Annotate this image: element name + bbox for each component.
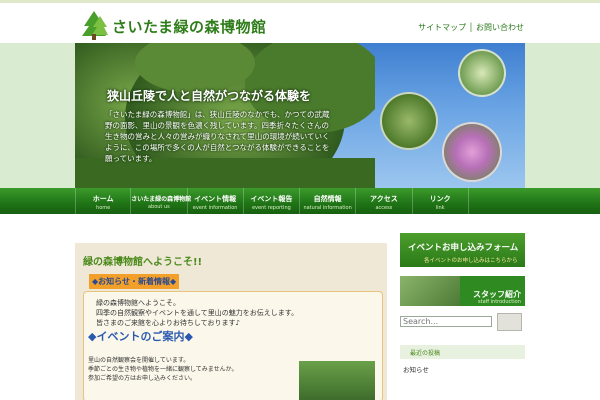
photo-circle-flowers bbox=[458, 49, 506, 97]
nav-sublabel: link bbox=[435, 205, 445, 211]
main-nav: ホーム home さいたま緑の森博物館 about us イベント情報 even… bbox=[75, 188, 525, 214]
nav-home[interactable]: ホーム home bbox=[75, 188, 132, 214]
photo-circle-purple-flower bbox=[442, 122, 502, 182]
event-line: 季節ごとの生き物や植物を一緒に観察してみませんか。 bbox=[88, 366, 238, 373]
nav-about[interactable]: さいたま緑の森博物館 about us bbox=[131, 188, 192, 214]
event-banner-subtitle: 各イベントのお申し込みはこちらから bbox=[424, 258, 518, 264]
greeting-box: 緑の森博物館へようこそ。 四季の自然観察やイベントを通して里山の魅力をお伝えしま… bbox=[83, 291, 383, 400]
hero-description: 「さいたま緑の森博物館」は、狭山丘陵のなかでも、かつての武蔵野の面影、里山の景観… bbox=[105, 110, 330, 163]
nav-label: アクセス bbox=[370, 195, 398, 203]
event-photo[interactable] bbox=[299, 361, 375, 400]
staff-banner-subtitle: staff introduction bbox=[478, 299, 521, 305]
contact-link[interactable]: お問い合わせ bbox=[476, 23, 524, 32]
sidebar-heading: 最近の投稿 bbox=[400, 345, 525, 359]
event-banner-title: イベントお申し込みフォーム bbox=[408, 243, 519, 253]
event-section-heading: ◆イベントのご案内◆ bbox=[88, 330, 193, 343]
nav-label: リンク bbox=[429, 195, 451, 203]
site-title[interactable]: さいたま緑の森博物館 bbox=[112, 16, 267, 37]
nav-sublabel: event information bbox=[192, 205, 238, 211]
nav-label: さいたま緑の森博物館 bbox=[131, 196, 192, 203]
staff-introduction-banner[interactable]: スタッフ紹介 staff introduction bbox=[400, 276, 525, 306]
event-line: 参加ご希望の方はお申し込みください。 bbox=[88, 375, 197, 382]
nav-label: イベント情報 bbox=[194, 195, 237, 203]
event-text: 里山の自然観察会を開催しています。 季節ごとの生き物や植物を一緒に観察してみませ… bbox=[88, 356, 237, 383]
page-title: 緑の森博物館へようこそ!! bbox=[83, 257, 203, 268]
nav-label: ホーム bbox=[92, 195, 114, 203]
main-content: 緑の森博物館へようこそ!! ◆お知らせ・新着情報◆ 緑の森博物館へようこそ。 四… bbox=[75, 243, 387, 400]
nav-sublabel: about us bbox=[147, 204, 170, 210]
sitemap-link[interactable]: サイトマップ bbox=[418, 23, 466, 32]
nav-link[interactable]: リンク link bbox=[413, 188, 469, 214]
greeting-line: 皆さまのご来館を心よりお待ちしております♪ bbox=[96, 319, 240, 327]
nav-access[interactable]: アクセス access bbox=[356, 188, 413, 214]
nav-sublabel: natural information bbox=[303, 205, 352, 211]
search-button[interactable] bbox=[497, 313, 522, 331]
news-badge: ◆お知らせ・新着情報◆ bbox=[89, 274, 180, 289]
greeting-text: 緑の森博物館へようこそ。 四季の自然観察やイベントを通して里山の魅力をお伝えしま… bbox=[96, 298, 298, 328]
search-input[interactable] bbox=[400, 316, 492, 327]
header-link-separator: │ bbox=[468, 23, 474, 32]
nav-event-information[interactable]: イベント情報 event information bbox=[188, 188, 244, 214]
event-line: 里山の自然観察会を開催しています。 bbox=[88, 357, 190, 364]
sidebar-heading-label: 最近の投稿 bbox=[410, 350, 441, 357]
nav-sublabel: event reporting bbox=[251, 205, 291, 211]
tree-logo-icon[interactable] bbox=[80, 10, 108, 40]
site-header: さいたま緑の森博物館 サイトマップ │ お問い合わせ bbox=[0, 3, 600, 43]
photo-circle-insect bbox=[380, 92, 438, 150]
staff-photo bbox=[400, 276, 460, 306]
nav-label: 自然情報 bbox=[313, 195, 342, 203]
nav-label: イベント報告 bbox=[250, 195, 293, 203]
sidebar-list-item[interactable]: お知らせ bbox=[403, 364, 429, 374]
hero-headline: 狭山丘陵で人と自然がつながる体験を bbox=[107, 89, 312, 103]
nav-sublabel: home bbox=[96, 205, 111, 211]
greeting-line: 緑の森博物館へようこそ。 bbox=[96, 299, 180, 307]
header-links: サイトマップ │ お問い合わせ bbox=[418, 22, 524, 33]
nav-natural-information[interactable]: 自然情報 natural information bbox=[300, 188, 357, 214]
nav-sublabel: access bbox=[375, 205, 393, 211]
greeting-line: 四季の自然観察やイベントを通して里山の魅力をお伝えします。 bbox=[96, 309, 299, 317]
event-application-banner[interactable]: イベントお申し込みフォーム 各イベントのお申し込みはこちらから bbox=[400, 233, 525, 267]
hero-banner: 狭山丘陵で人と自然がつながる体験を 「さいたま緑の森博物館」は、狭山丘陵のなかで… bbox=[75, 43, 525, 188]
nav-event-reporting[interactable]: イベント報告 event reporting bbox=[244, 188, 300, 214]
